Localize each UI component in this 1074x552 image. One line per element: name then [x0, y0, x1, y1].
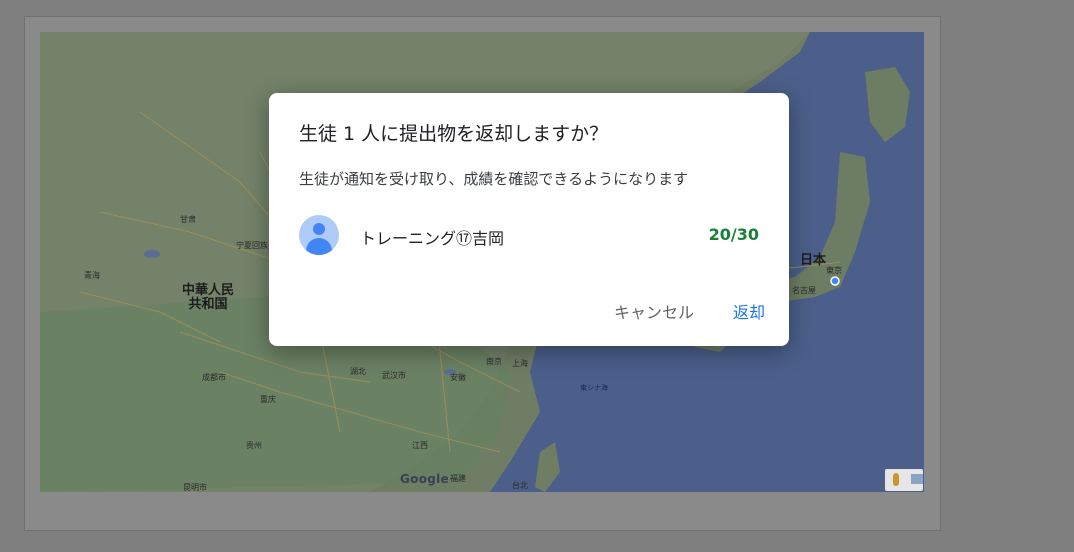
student-name: トレーニング⑰吉岡 [360, 229, 505, 248]
student-row: トレーニング⑰吉岡 20/30 [299, 215, 759, 257]
return-confirmation-dialog: 生徒 1 人に提出物を返却しますか？ 生徒が通知を受け取り、成績を確認できるよう… [269, 93, 789, 346]
return-button[interactable]: 返却 [733, 299, 765, 323]
dialog-description: 生徒が通知を受け取り、成績を確認できるようになります [299, 170, 689, 188]
cancel-button[interactable]: キャンセル [614, 299, 694, 323]
student-score: 20/30 [708, 225, 759, 244]
dialog-title: 生徒 1 人に提出物を返却しますか？ [299, 123, 609, 145]
avatar [299, 215, 339, 255]
person-icon-head [313, 223, 325, 235]
page-backdrop: 中華人民 共和国 日本 東京 名古屋 成都市 重庆 武汉市 上海 南京 台北 昆… [0, 0, 1074, 552]
person-icon-body [306, 238, 332, 255]
